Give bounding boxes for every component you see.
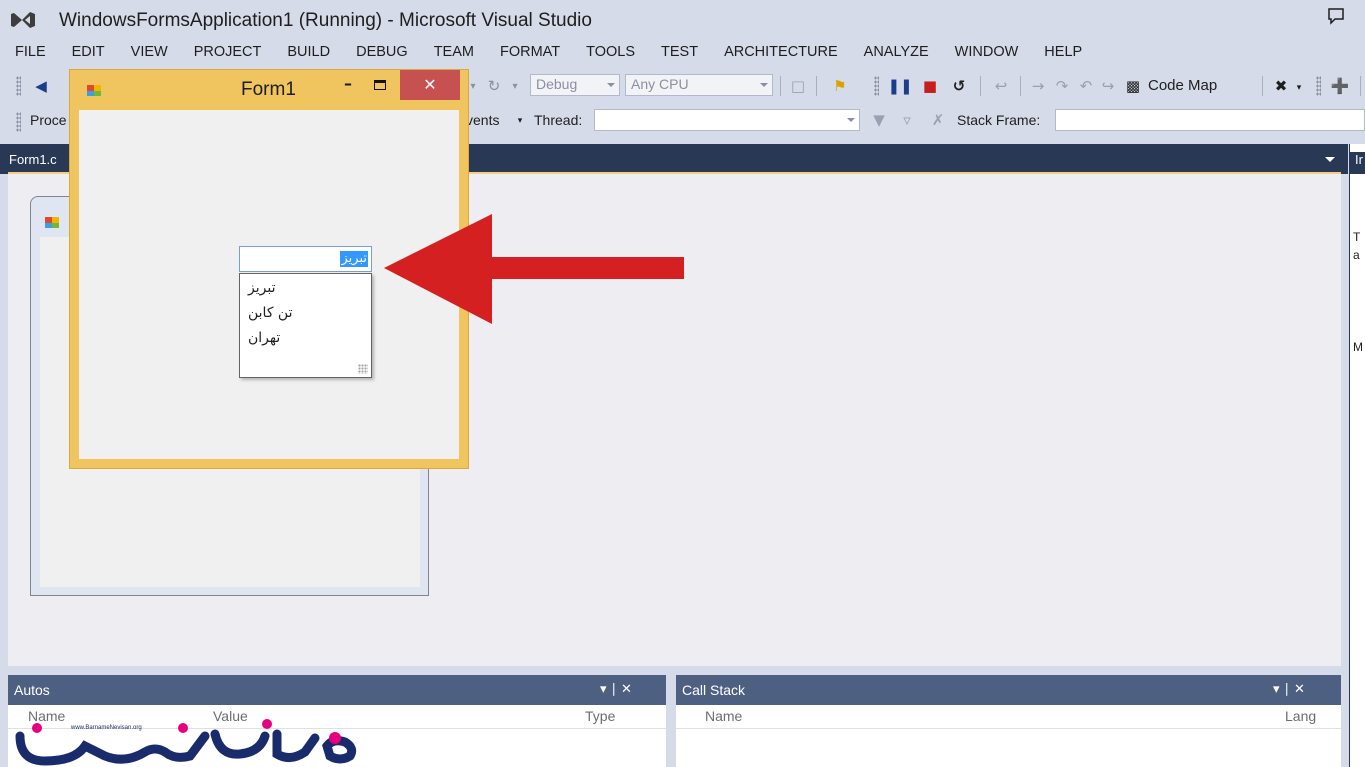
- toolbar-separator: [1020, 76, 1021, 96]
- combobox-selected-text: تبريز: [340, 251, 368, 267]
- menu-tools[interactable]: TOOLS: [586, 42, 635, 66]
- form1-title: Form1: [241, 79, 296, 100]
- menu-file[interactable]: FILE: [15, 42, 46, 66]
- toolbar-grip[interactable]: [1316, 76, 1321, 96]
- toolbar-separator: [816, 76, 817, 96]
- add-breakpoint-icon[interactable]: ➕: [1330, 76, 1350, 96]
- watermark-url: www.BarnameNevisan.org: [71, 725, 142, 731]
- list-item[interactable]: تن كابن: [248, 305, 293, 321]
- toolbar-grip[interactable]: [16, 76, 21, 96]
- filter-icon[interactable]: ▼: [870, 111, 888, 129]
- code-map-icon[interactable]: ▩: [1122, 76, 1144, 96]
- right-panel-header[interactable]: Ir: [1350, 152, 1365, 174]
- config-value: Debug: [536, 76, 578, 92]
- events-label: vents: [466, 112, 500, 128]
- chevron-down-icon: [607, 83, 615, 87]
- menu-analyze[interactable]: ANALYZE: [864, 42, 929, 66]
- show-next-statement-icon[interactable]: ↩: [990, 76, 1012, 96]
- menu-view[interactable]: VIEW: [131, 42, 168, 66]
- hex-display-icon[interactable]: ✖: [1270, 76, 1292, 96]
- thread-select[interactable]: [594, 109, 860, 131]
- menu-project[interactable]: PROJECT: [194, 42, 262, 66]
- column-header-language[interactable]: Lang: [1285, 708, 1316, 724]
- process-label: Proce: [30, 112, 67, 128]
- column-header-type[interactable]: Type: [585, 708, 615, 724]
- call-stack-title: Call Stack: [682, 682, 746, 698]
- call-stack-panel: Call Stack ▾∣✕ Name Lang: [676, 675, 1341, 767]
- form-icon: [87, 85, 101, 96]
- autos-panel-header: Autos ▾∣✕: [8, 675, 666, 705]
- autos-title: Autos: [14, 682, 50, 698]
- resize-grip-icon[interactable]: [358, 364, 368, 374]
- pause-icon[interactable]: ❚❚: [887, 76, 912, 96]
- solution-configuration-select[interactable]: Debug: [530, 74, 620, 96]
- restart-icon[interactable]: ↺: [948, 76, 970, 96]
- toolbar-separator: [780, 76, 781, 96]
- window-title: WindowsFormsApplication1 (Running) - Mic…: [59, 10, 592, 31]
- menu-team[interactable]: TEAM: [434, 42, 474, 66]
- code-map-button[interactable]: Code Map: [1148, 77, 1217, 94]
- redo-icon[interactable]: ↻: [484, 76, 504, 96]
- call-stack-panel-header: Call Stack ▾∣✕: [676, 675, 1341, 705]
- right-panel-text: a: [1353, 248, 1360, 262]
- toggle-frames-icon[interactable]: ✗: [928, 111, 948, 129]
- list-item[interactable]: تبريز: [248, 280, 275, 296]
- step-over-icon[interactable]: ↷: [1052, 76, 1072, 96]
- toolbar-separator: [1360, 76, 1361, 96]
- chevron-down-icon[interactable]: [1325, 157, 1335, 162]
- visual-studio-logo-icon: [11, 12, 35, 28]
- stop-icon[interactable]: ■: [920, 76, 940, 96]
- solution-platform-select[interactable]: Any CPU: [625, 74, 773, 96]
- barnamenevisan-logo-icon: [15, 719, 357, 766]
- toolbar-grip[interactable]: [16, 112, 21, 132]
- title-bar: WindowsFormsApplication1 (Running) - Mic…: [0, 0, 1365, 42]
- menu-debug[interactable]: DEBUG: [356, 42, 408, 66]
- chevron-down-icon: [760, 83, 768, 87]
- step-out-icon[interactable]: ↶: [1076, 76, 1096, 96]
- city-combobox[interactable]: تبريز: [239, 246, 372, 272]
- events-dropdown-icon[interactable]: ▾: [515, 112, 525, 130]
- form-icon: [45, 217, 59, 228]
- menu-bar: FILE EDIT VIEW PROJECT BUILD DEBUG TEAM …: [0, 42, 1365, 66]
- call-stack-column-headers: Name Lang: [676, 705, 1341, 729]
- column-header-name[interactable]: Name: [705, 708, 742, 724]
- stack-frame-label: Stack Frame:: [957, 112, 1041, 128]
- toolbar-grip[interactable]: [874, 76, 879, 96]
- thread-label: Thread:: [534, 112, 583, 128]
- toolbar-separator: [1262, 76, 1263, 96]
- autocomplete-dropdown[interactable]: تبريز تن كابن تهران: [239, 273, 372, 378]
- back-navigation-icon[interactable]: ◀: [30, 76, 52, 96]
- run-to-cursor-icon[interactable]: ↪: [1098, 76, 1118, 96]
- find-icon[interactable]: ⚑: [830, 76, 850, 96]
- right-panel-text: T: [1353, 230, 1361, 244]
- tab-form1-designer[interactable]: Form1.c: [9, 152, 57, 167]
- menu-test[interactable]: TEST: [661, 42, 698, 66]
- platform-value: Any CPU: [631, 76, 689, 92]
- menu-edit[interactable]: EDIT: [72, 42, 105, 66]
- toolbar-separator: [980, 76, 981, 96]
- red-arrow-annotation-icon: [384, 214, 684, 324]
- menu-window[interactable]: WINDOW: [955, 42, 1019, 66]
- panel-window-controls[interactable]: ▾∣✕: [600, 681, 636, 697]
- close-button[interactable]: ✕: [400, 70, 460, 100]
- panel-window-controls[interactable]: ▾∣✕: [1273, 681, 1309, 697]
- menu-build[interactable]: BUILD: [287, 42, 330, 66]
- stack-frame-select[interactable]: [1055, 109, 1365, 131]
- flag-thread-icon[interactable]: ▿: [898, 111, 916, 129]
- toolbar-options-icon[interactable]: ▾: [1294, 78, 1304, 98]
- right-panel-text: M: [1353, 340, 1363, 354]
- attach-icon[interactable]: □: [788, 76, 808, 96]
- chevron-down-icon: [847, 118, 855, 122]
- menu-architecture[interactable]: ARCHITECTURE: [724, 42, 838, 66]
- menu-help[interactable]: HELP: [1044, 42, 1082, 66]
- minimize-button[interactable]: –: [338, 74, 358, 96]
- redo-dropdown-icon[interactable]: ▾: [508, 76, 522, 96]
- list-item[interactable]: تهران: [248, 330, 280, 346]
- right-tool-panel: Ir T a M: [1349, 144, 1365, 767]
- menu-format[interactable]: FORMAT: [500, 42, 560, 66]
- feedback-icon[interactable]: [1326, 7, 1346, 25]
- step-into-icon[interactable]: →: [1028, 76, 1048, 96]
- maximize-button[interactable]: [374, 80, 386, 90]
